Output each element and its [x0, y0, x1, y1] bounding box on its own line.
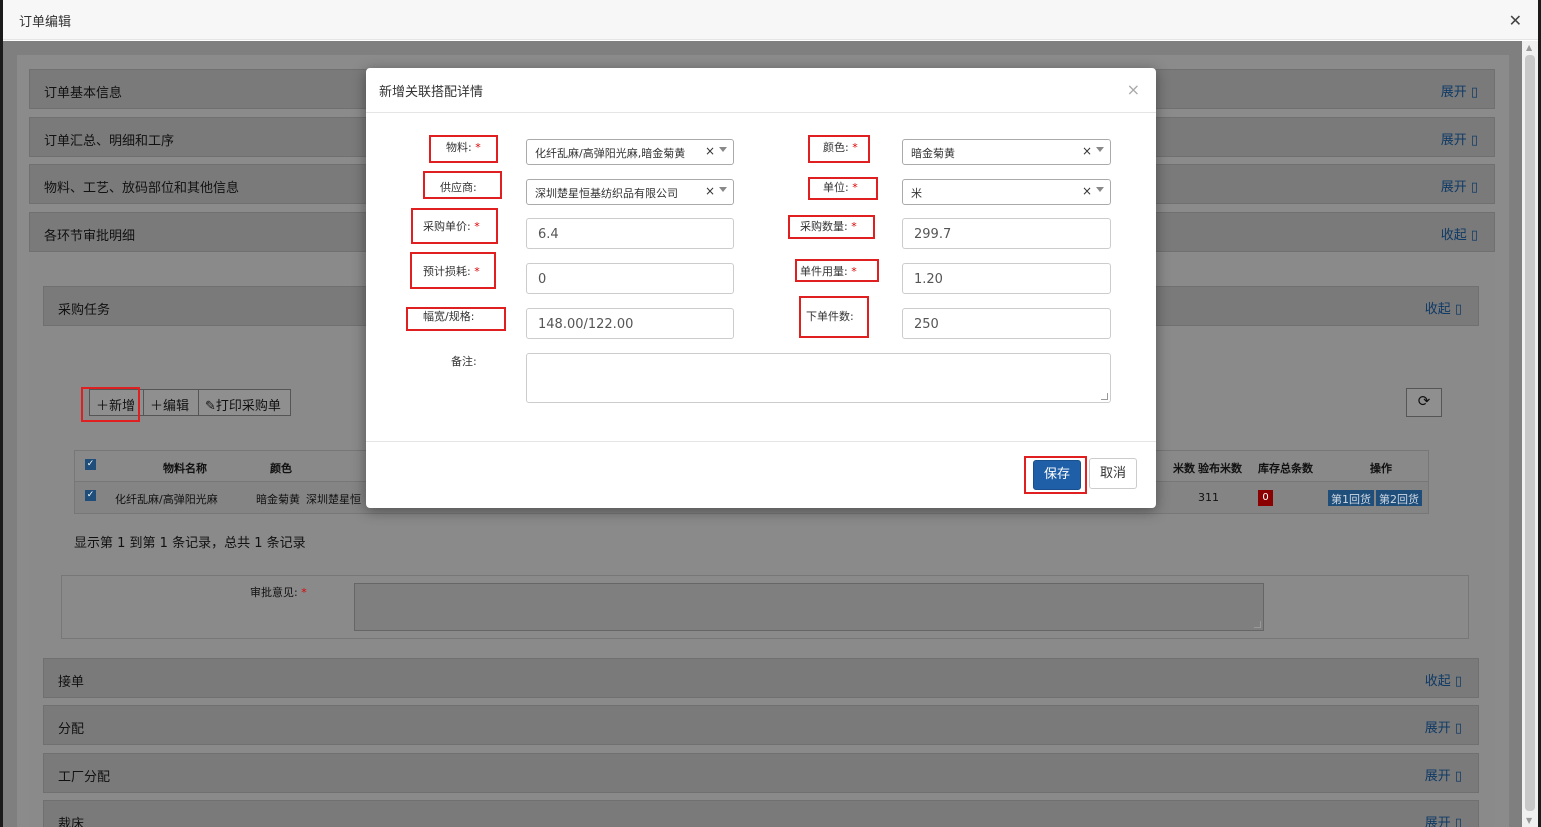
cancel-button[interactable]: 取消 — [1089, 458, 1137, 489]
panel-toggle[interactable]: 收起 ▯ — [1441, 224, 1478, 243]
order-pieces-input[interactable]: 250 — [902, 308, 1111, 339]
records-summary: 显示第 1 到第 1 条记录，总共 1 条记录 — [74, 536, 306, 551]
panel-title: 订单汇总、明细和工序 — [44, 134, 175, 149]
window-header: 订单编辑 ✕ — [3, 0, 1538, 40]
print-purchase-button[interactable]: ✎打印采购单 — [198, 389, 291, 416]
panel-toggle[interactable]: 展开 ▯ — [1425, 812, 1462, 827]
clear-icon[interactable]: × — [1082, 184, 1092, 198]
edit-label: 编辑 — [163, 399, 190, 414]
panel-title: 裁床 — [58, 817, 85, 827]
approval-comment-input[interactable] — [354, 583, 1264, 631]
dialog-header: 新增关联搭配详情 × — [366, 68, 1156, 113]
panel-toggle[interactable]: 展开 ▯ — [1425, 765, 1462, 784]
second-return-button[interactable]: 第2回货 — [1376, 490, 1422, 506]
usage-input[interactable]: 1.20 — [902, 263, 1111, 294]
highlight-box — [808, 177, 878, 200]
scroll-thumb[interactable] — [1525, 55, 1535, 811]
highlight-box — [1024, 456, 1087, 494]
panel-toggle[interactable]: 展开 ▯ — [1425, 717, 1462, 736]
chevron-down-icon — [1096, 147, 1104, 152]
scrollbar[interactable]: ▲ ▼ — [1522, 41, 1538, 827]
pencil-icon: ✎ — [205, 399, 216, 414]
scroll-up-icon[interactable]: ▲ — [1526, 43, 1532, 52]
first-return-button[interactable]: 第1回货 — [1328, 490, 1374, 506]
header-inspect-meters[interactable]: 验布米数 — [1198, 460, 1242, 476]
panel-factory-assign[interactable]: 工厂分配 展开 ▯ — [43, 753, 1479, 793]
panel-cutting[interactable]: 裁床 展开 ▯ — [43, 800, 1479, 827]
highlight-box — [429, 135, 498, 163]
width-spec-input[interactable]: 148.00/122.00 — [526, 308, 734, 339]
unit-select[interactable]: 米 × — [902, 179, 1111, 205]
remark-textarea[interactable] — [526, 353, 1111, 403]
cell-material: 化纤乱麻/高弹阳光麻 — [115, 493, 218, 506]
refresh-button[interactable]: ⟳ — [1406, 388, 1442, 417]
highlight-box — [795, 259, 879, 282]
highlight-box — [799, 296, 869, 338]
highlight-box — [81, 387, 140, 422]
supplier-select[interactable]: 深圳楚星恒基纺织品有限公司 × — [526, 179, 734, 205]
header-meters[interactable]: 米数 — [1173, 460, 1195, 476]
panel-toggle[interactable]: 展开 ▯ — [1441, 81, 1478, 100]
dialog-close-icon[interactable]: × — [1127, 80, 1140, 99]
row-checkbox[interactable]: ✓ — [85, 490, 96, 501]
panel-toggle[interactable]: 展开 ▯ — [1441, 176, 1478, 195]
highlight-box — [423, 171, 502, 199]
clear-icon[interactable]: × — [1082, 144, 1092, 158]
resize-handle[interactable] — [1101, 393, 1108, 400]
clear-icon[interactable]: × — [705, 184, 715, 198]
quantity-input[interactable]: 299.7 — [902, 218, 1111, 249]
header-stock-count[interactable]: 库存总条数 — [1258, 460, 1313, 476]
window-close-icon[interactable]: ✕ — [1509, 11, 1522, 31]
panel-assign[interactable]: 分配 展开 ▯ — [43, 705, 1479, 745]
header-color[interactable]: 颜色 — [270, 460, 292, 476]
highlight-box — [410, 252, 496, 289]
dialog-title: 新增关联搭配详情 — [379, 85, 484, 100]
loss-input[interactable]: 0 — [526, 263, 734, 294]
panel-toggle[interactable]: 收起 ▯ — [1425, 670, 1462, 689]
cell-color: 暗金菊黄 — [256, 493, 300, 506]
clear-icon[interactable]: × — [705, 144, 715, 158]
panel-title: 分配 — [58, 722, 85, 737]
stock-count-badge: 0 — [1258, 490, 1273, 506]
panel-title: 订单基本信息 — [44, 86, 123, 101]
highlight-box — [406, 307, 506, 331]
add-match-detail-dialog: 新增关联搭配详情 × 物料: * 化纤乱麻/高弹阳光麻,暗金菊黄 × 颜色: *… — [366, 68, 1156, 508]
refresh-icon: ⟳ — [1417, 392, 1431, 410]
chevron-down-icon — [1096, 187, 1104, 192]
select-all-checkbox[interactable]: ✓ — [85, 459, 96, 470]
panel-title: 物料、工艺、放码部位和其他信息 — [44, 181, 240, 196]
panel-toggle[interactable]: 展开 ▯ — [1441, 129, 1478, 148]
unit-price-input[interactable]: 6.4 — [526, 218, 734, 249]
edit-button[interactable]: ＋编辑 — [143, 389, 199, 416]
approval-comment-label: 审批意见: * — [250, 586, 307, 599]
color-select[interactable]: 暗金菊黄 × — [902, 139, 1111, 165]
scroll-down-icon[interactable]: ▼ — [1526, 816, 1532, 825]
highlight-box — [808, 135, 870, 163]
chevron-down-icon — [719, 187, 727, 192]
print-label: 打印采购单 — [215, 399, 281, 414]
approval-comment-box: 审批意见: * — [61, 575, 1469, 639]
highlight-box — [411, 208, 498, 244]
panel-receive[interactable]: 接单 收起 ▯ — [43, 658, 1479, 698]
chevron-down-icon — [719, 147, 727, 152]
panel-title: 采购任务 — [58, 303, 111, 318]
plus-icon: ＋ — [150, 399, 164, 414]
cell-inspect-meters: 311 — [1198, 491, 1219, 504]
panel-title: 接单 — [58, 675, 85, 690]
window-title: 订单编辑 — [19, 15, 72, 30]
material-select[interactable]: 化纤乱麻/高弹阳光麻,暗金菊黄 × — [526, 139, 734, 165]
cell-supplier: 深圳楚星恒 — [306, 493, 361, 506]
highlight-box — [788, 215, 875, 239]
header-material[interactable]: 物料名称 — [163, 460, 207, 476]
header-actions: 操作 — [1370, 462, 1392, 475]
panel-toggle[interactable]: 收起 ▯ — [1425, 298, 1462, 317]
panel-title: 各环节审批明细 — [44, 229, 136, 244]
panel-title: 工厂分配 — [58, 770, 111, 785]
remark-label: 备注: — [451, 355, 477, 368]
